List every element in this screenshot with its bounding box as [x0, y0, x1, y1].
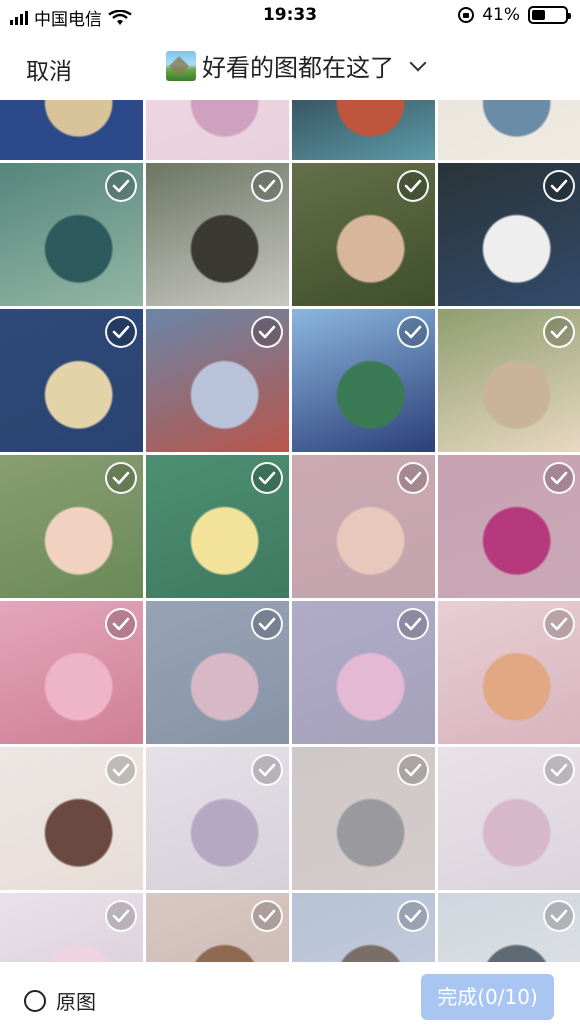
original-image-toggle[interactable]: 原图: [24, 986, 96, 1015]
select-check-icon[interactable]: [251, 462, 283, 494]
photo-tile-17[interactable]: [0, 601, 143, 744]
photo-tile-20[interactable]: [438, 601, 580, 744]
photo-grid[interactable]: [0, 100, 580, 962]
photo-tile-7[interactable]: [292, 163, 435, 306]
photo-tile-26[interactable]: [146, 893, 289, 962]
select-check-icon[interactable]: [397, 462, 429, 494]
select-check-icon[interactable]: [105, 754, 137, 786]
bottom-bar: 原图 完成(0/10): [0, 962, 580, 1032]
select-check-icon[interactable]: [251, 608, 283, 640]
select-check-icon[interactable]: [251, 170, 283, 202]
select-check-icon[interactable]: [105, 316, 137, 348]
radio-icon[interactable]: [24, 989, 46, 1012]
select-check-icon[interactable]: [397, 608, 429, 640]
photo-tile-24[interactable]: [438, 747, 580, 890]
photo-tile-18[interactable]: [146, 601, 289, 744]
photo-tile-3[interactable]: [292, 100, 435, 160]
photo-tile-6[interactable]: [146, 163, 289, 306]
photo-tile-10[interactable]: [146, 309, 289, 452]
select-check-icon[interactable]: [543, 754, 575, 786]
select-check-icon[interactable]: [251, 754, 283, 786]
select-check-icon[interactable]: [105, 608, 137, 640]
cancel-button[interactable]: 取消: [26, 52, 72, 86]
battery-percent: 41%: [482, 5, 520, 25]
nav-bar: 取消 好看的图都在这了: [0, 32, 580, 100]
select-check-icon[interactable]: [397, 754, 429, 786]
photo-tile-14[interactable]: [146, 455, 289, 598]
original-image-label: 原图: [56, 990, 96, 1014]
photo-tile-11[interactable]: [292, 309, 435, 452]
album-title: 好看的图都在这了: [202, 54, 394, 82]
select-check-icon[interactable]: [105, 900, 137, 932]
photo-tile-22[interactable]: [146, 747, 289, 890]
photo-tile-8[interactable]: [438, 163, 580, 306]
photo-tile-27[interactable]: [292, 893, 435, 962]
select-check-icon[interactable]: [251, 316, 283, 348]
photo-tile-28[interactable]: [438, 893, 580, 962]
photo-tile-12[interactable]: [438, 309, 580, 452]
select-check-icon[interactable]: [543, 608, 575, 640]
rotation-lock-icon: [458, 7, 475, 23]
status-right: 41%: [458, 5, 571, 25]
album-thumbnail: [166, 50, 196, 81]
select-check-icon[interactable]: [543, 170, 575, 202]
select-check-icon[interactable]: [251, 900, 283, 932]
chevron-down-icon: [409, 54, 427, 71]
photo-tile-16[interactable]: [438, 455, 580, 598]
photo-tile-13[interactable]: [0, 455, 143, 598]
select-check-icon[interactable]: [397, 900, 429, 932]
photo-tile-21[interactable]: [0, 747, 143, 890]
photo-tile-5[interactable]: [0, 163, 143, 306]
battery-icon: [528, 6, 571, 24]
select-check-icon[interactable]: [543, 316, 575, 348]
photo-tile-19[interactable]: [292, 601, 435, 744]
photo-tile-23[interactable]: [292, 747, 435, 890]
select-check-icon[interactable]: [543, 900, 575, 932]
select-check-icon[interactable]: [397, 316, 429, 348]
photo-tile-1[interactable]: [0, 100, 143, 160]
status-bar: 中国电信 19:33 41%: [0, 0, 580, 32]
select-check-icon[interactable]: [105, 462, 137, 494]
photo-tile-15[interactable]: [292, 455, 435, 598]
select-check-icon[interactable]: [105, 170, 137, 202]
photo-tile-25[interactable]: [0, 893, 143, 962]
done-button[interactable]: 完成(0/10): [421, 974, 554, 1020]
photo-tile-2[interactable]: [146, 100, 289, 160]
select-check-icon[interactable]: [397, 170, 429, 202]
select-check-icon[interactable]: [543, 462, 575, 494]
photo-tile-4[interactable]: [438, 100, 580, 160]
album-selector[interactable]: 好看的图都在这了: [166, 48, 427, 83]
photo-tile-9[interactable]: [0, 309, 143, 452]
